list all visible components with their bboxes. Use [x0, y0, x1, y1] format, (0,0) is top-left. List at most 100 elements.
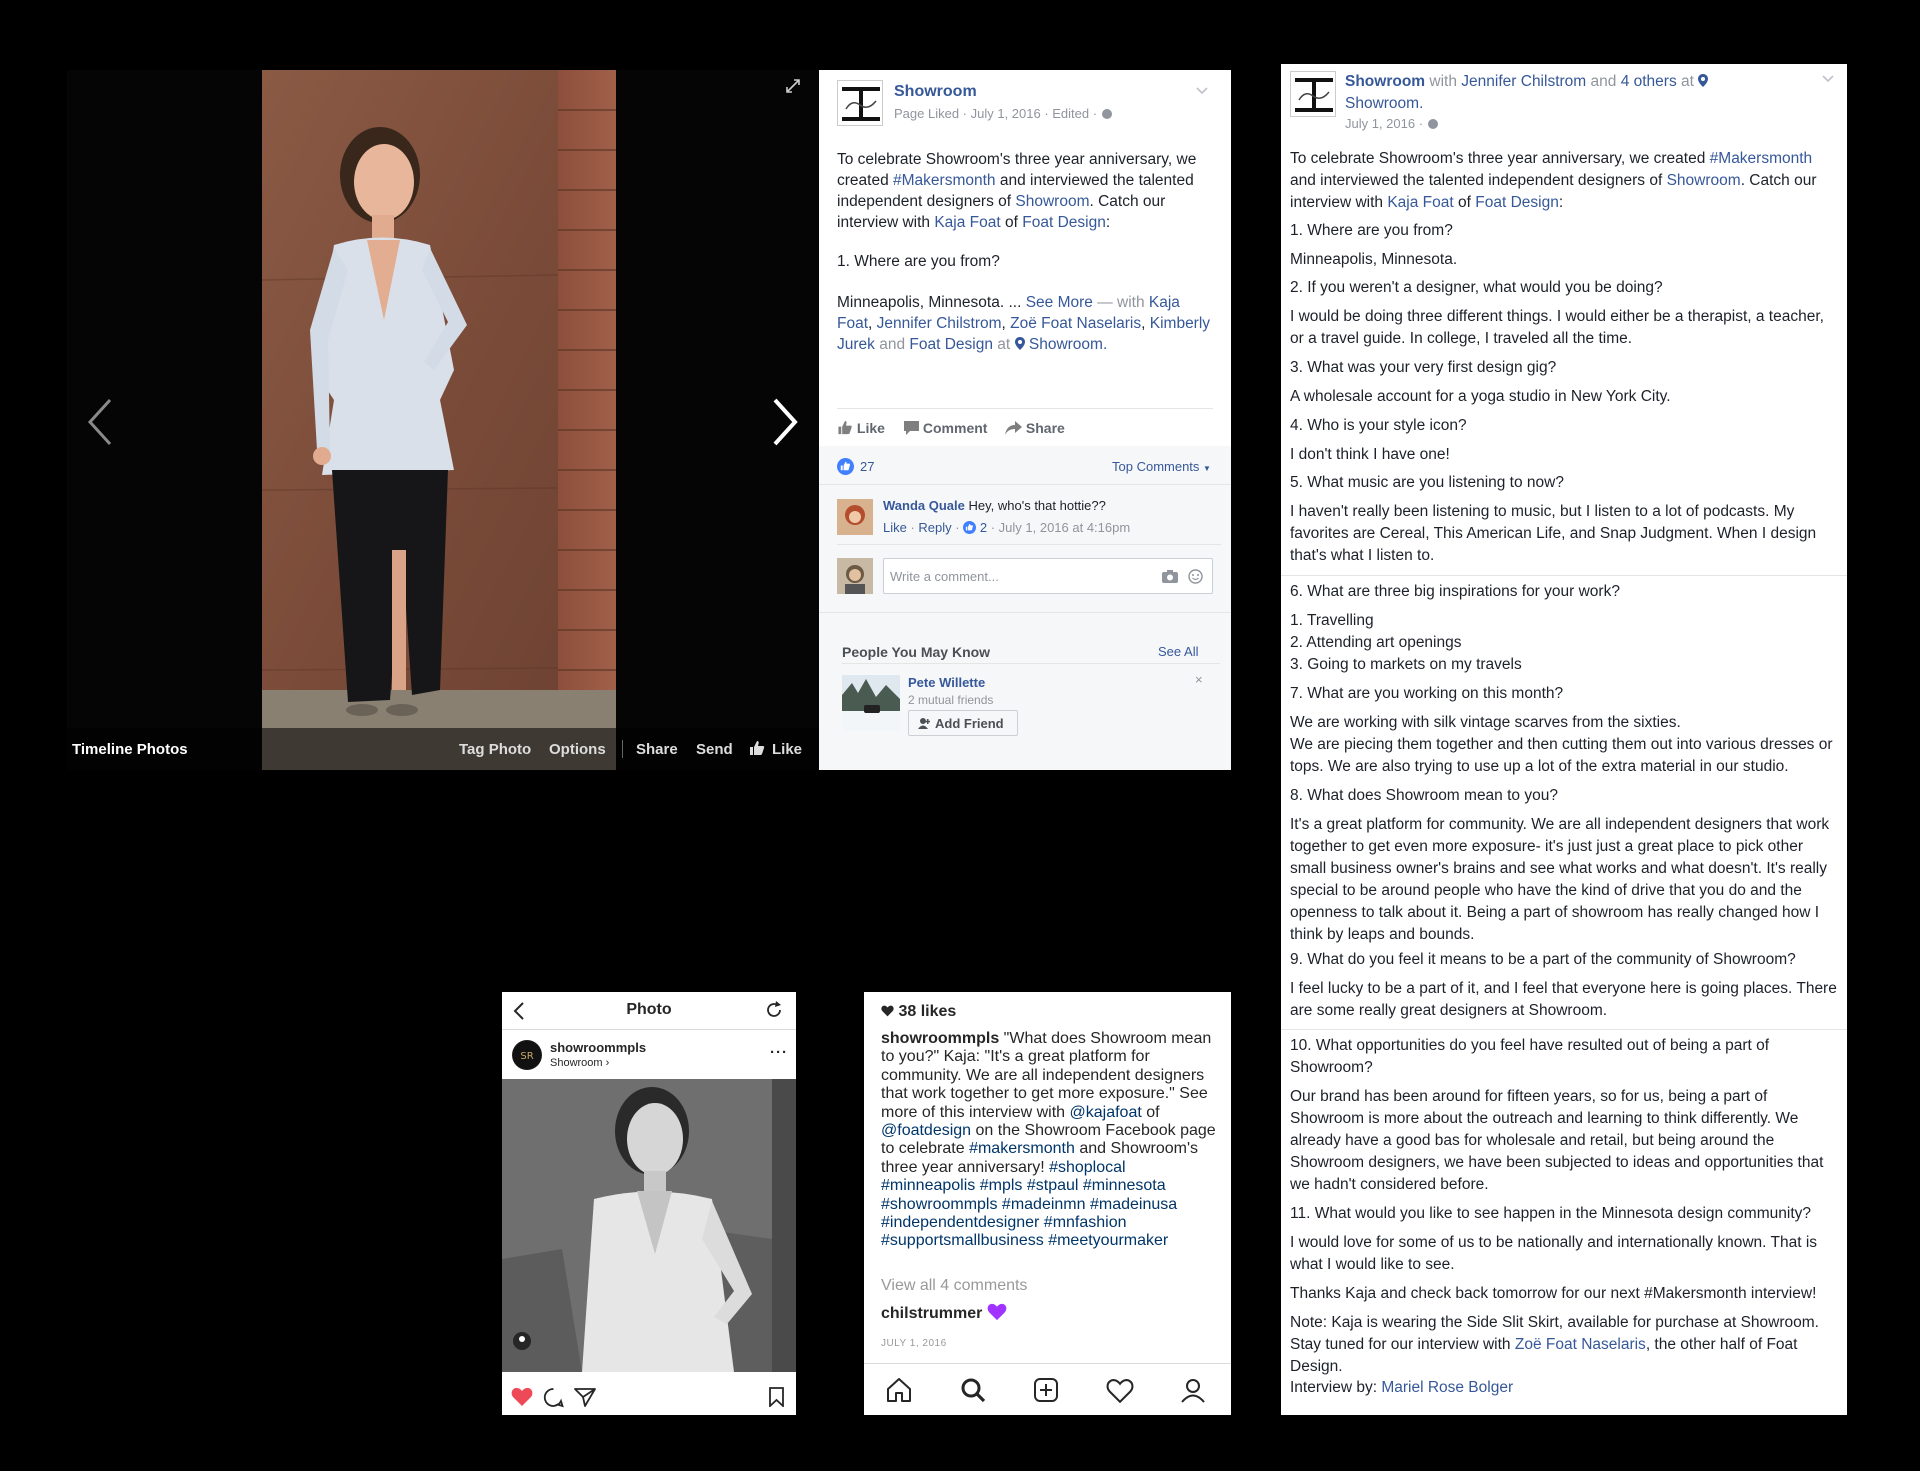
page-name[interactable]: Showroom: [1345, 73, 1425, 90]
comment-bubble-icon[interactable]: [543, 1387, 564, 1408]
pymk-name[interactable]: Pete Willette: [908, 675, 985, 690]
view-all-comments-link[interactable]: View all 4 comments: [881, 1277, 1027, 1295]
mention-kajafoat[interactable]: @kajafoat: [1070, 1104, 1142, 1121]
location-link[interactable]: Showroom.: [1345, 95, 1423, 112]
globe-icon: [1101, 109, 1112, 119]
top-comments-dropdown[interactable]: Top Comments ▼: [1112, 459, 1211, 474]
interview-by-label: Interview by:: [1290, 1379, 1382, 1396]
chevron-down-icon[interactable]: [1195, 86, 1209, 96]
tag-photo-button[interactable]: Tag Photo: [459, 741, 531, 758]
comment-like-button[interactable]: Like: [883, 520, 907, 535]
more-options-icon[interactable]: ···: [770, 1044, 788, 1061]
see-all-link[interactable]: See All: [1158, 644, 1198, 659]
like-action[interactable]: Like: [837, 420, 885, 436]
commenter-avatar[interactable]: [837, 499, 873, 535]
fullscreen-icon[interactable]: [785, 78, 801, 94]
refresh-icon[interactable]: [764, 1000, 784, 1020]
bookmark-icon[interactable]: [768, 1387, 785, 1407]
post-meta: Page Liked · July 1, 2016 · Edited ·: [894, 106, 1113, 121]
like-count[interactable]: 27: [860, 459, 874, 474]
commenter-username[interactable]: chilstrummer: [881, 1305, 982, 1322]
answer-5: I haven't really been listening to music…: [1290, 503, 1817, 564]
like-button[interactable]: Like: [772, 741, 802, 758]
chevron-down-icon[interactable]: [1821, 74, 1835, 84]
kaja-link[interactable]: Kaja Foat: [934, 214, 1000, 231]
share-button[interactable]: Share: [636, 741, 678, 758]
add-friend-icon: [918, 718, 930, 729]
mention-foatdesign[interactable]: @foatdesign: [881, 1122, 971, 1139]
pymk-avatar[interactable]: [842, 675, 900, 731]
heart-small-icon: [881, 1005, 894, 1017]
ig-location[interactable]: Showroom ›: [550, 1057, 609, 1069]
profile-icon[interactable]: [1180, 1377, 1206, 1403]
location-link[interactable]: Showroom.: [1029, 336, 1107, 353]
divider: [837, 544, 1221, 545]
options-button[interactable]: Options: [549, 741, 606, 758]
top-comments-label: Top Comments: [1112, 459, 1200, 474]
ig-username[interactable]: showroommpls: [550, 1040, 646, 1055]
new-post-icon[interactable]: [1033, 1377, 1059, 1403]
tag-zoe-link[interactable]: Zoë Foat Naselaris: [1515, 1336, 1646, 1353]
ig-post-photo[interactable]: [502, 1079, 796, 1372]
showroom-logo-icon[interactable]: [1290, 71, 1336, 117]
hashtag-link[interactable]: #Makersmonth: [1710, 150, 1813, 167]
add-friend-button[interactable]: Add Friend: [908, 710, 1018, 736]
search-icon[interactable]: [960, 1377, 986, 1403]
foat-design-link[interactable]: Foat Design: [1022, 214, 1106, 231]
svg-text:SR: SR: [520, 1051, 533, 1062]
camera-icon[interactable]: [1162, 570, 1178, 583]
post-intro: To celebrate Showroom's three year anniv…: [1290, 148, 1840, 214]
send-button[interactable]: Send: [696, 741, 733, 758]
send-direct-icon[interactable]: [574, 1387, 596, 1407]
see-more-link[interactable]: See More: [1026, 294, 1093, 311]
location-pin-icon: [1698, 74, 1709, 87]
comment-action[interactable]: Comment: [904, 420, 987, 436]
activity-heart-icon[interactable]: [1106, 1379, 1134, 1403]
comment-input[interactable]: Write a comment...: [883, 558, 1213, 594]
heart-filled-icon[interactable]: [511, 1387, 533, 1407]
caption-username[interactable]: showroommpls: [881, 1030, 999, 1047]
tag-jennifer-link[interactable]: Jennifer Chilstrom: [1461, 73, 1586, 90]
at-text: at: [997, 336, 1011, 353]
previous-arrow-icon[interactable]: [82, 392, 122, 452]
likes-count[interactable]: 38 likes: [881, 1003, 956, 1021]
comment-reply-button[interactable]: Reply: [918, 520, 951, 535]
kaja-link[interactable]: Kaja Foat: [1387, 194, 1453, 211]
showroom-logo-icon[interactable]: [837, 80, 883, 126]
ig-caption: showroommpls "What does Showroom mean to…: [881, 1030, 1216, 1251]
tag-foat-link[interactable]: Foat Design: [909, 336, 993, 353]
page-name[interactable]: Showroom: [894, 83, 977, 101]
and-text: and: [1590, 73, 1617, 90]
showroom-link[interactable]: Showroom: [1667, 172, 1741, 189]
post-question: 1. Where are you from?: [837, 253, 1000, 270]
answer-8: It's a great platform for community. We …: [1290, 816, 1830, 943]
next-arrow-icon[interactable]: [763, 392, 803, 452]
hashtag-link[interactable]: #Makersmonth: [893, 172, 996, 189]
comment-reaction-count[interactable]: 2: [980, 520, 987, 535]
emoji-icon[interactable]: [1188, 569, 1203, 584]
pymk-mutual-friends[interactable]: 2 mutual friends: [908, 693, 993, 707]
thumbs-up-icon[interactable]: [749, 740, 765, 756]
tag-jennifer-link[interactable]: Jennifer Chilstrom: [877, 315, 1002, 332]
showroom-link[interactable]: Showroom: [1015, 193, 1089, 210]
interviewer-link[interactable]: Mariel Rose Bolger: [1381, 1379, 1513, 1396]
pymk-title: People You May Know: [842, 644, 991, 660]
divider: [864, 1363, 1231, 1364]
album-title[interactable]: Timeline Photos: [72, 741, 188, 758]
dismiss-icon[interactable]: ×: [1195, 672, 1203, 687]
comment-body: Wanda Quale Hey, who's that hottie??: [883, 498, 1223, 513]
profile-avatar[interactable]: SR: [512, 1040, 542, 1070]
comment-time[interactable]: July 1, 2016 at 4:16pm: [999, 520, 1131, 535]
share-action[interactable]: Share: [1005, 420, 1065, 436]
home-icon[interactable]: [885, 1377, 913, 1403]
hashtag-makersmonth[interactable]: #makersmonth: [969, 1140, 1075, 1157]
answer-7-line-1: We are working with silk vintage scarves…: [1290, 714, 1681, 731]
comment-author[interactable]: Wanda Quale: [883, 498, 965, 513]
foat-design-link[interactable]: Foat Design: [1475, 194, 1559, 211]
others-link[interactable]: 4 others: [1621, 73, 1677, 90]
thanks-line: Thanks Kaja and check back tomorrow for …: [1290, 1285, 1817, 1302]
post-header: Showroom with Jennifer Chilstrom and 4 o…: [1345, 71, 1815, 115]
facebook-long-post: Showroom with Jennifer Chilstrom and 4 o…: [1281, 64, 1847, 1415]
post-date-text[interactable]: July 1, 2016 ·: [1345, 116, 1423, 131]
tag-zoe-link[interactable]: Zoë Foat Naselaris: [1010, 315, 1141, 332]
